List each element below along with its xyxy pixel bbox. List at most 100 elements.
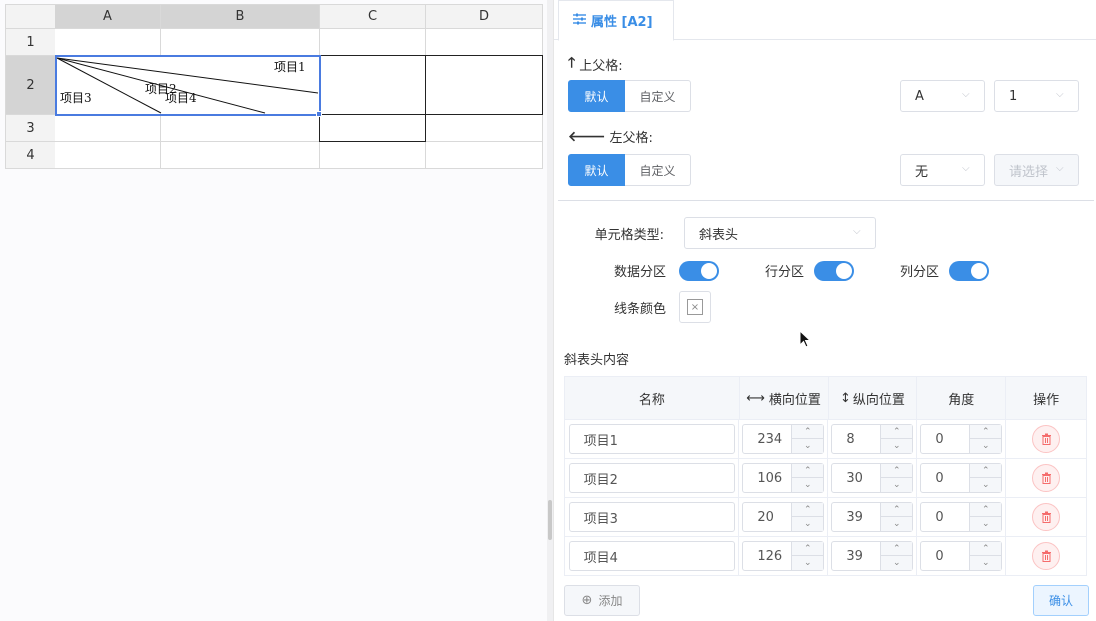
chevron-down-icon[interactable]: ⌄ <box>792 556 823 570</box>
angle-value: 0 <box>935 470 944 486</box>
header-horizontal-text: 横向位置 <box>768 392 821 408</box>
name-input[interactable]: 项目4 <box>568 541 735 571</box>
chevron-down-icon[interactable]: ⌄ <box>792 439 823 453</box>
cell-b4[interactable] <box>161 142 320 169</box>
left-parent-row-select[interactable]: 请选择 ⌵ <box>994 154 1079 186</box>
chevron-up-icon[interactable]: ⌃ <box>881 503 913 517</box>
chevron-up-icon[interactable]: ⌃ <box>792 425 824 439</box>
row-header-1[interactable]: 1 <box>5 29 56 56</box>
cell-d1[interactable] <box>426 29 543 56</box>
column-header-d[interactable]: D <box>426 4 543 29</box>
left-parent-column-select[interactable]: 无 ⌵ <box>900 154 985 186</box>
angle-cell: 0 ⌃ ⌄ <box>917 459 1007 498</box>
column-header-c[interactable]: C <box>320 4 426 29</box>
chevron-down-icon[interactable]: ⌄ <box>881 517 912 531</box>
cell-b1[interactable] <box>161 29 320 56</box>
trash-icon[interactable] <box>1032 503 1061 531</box>
left-custom-button[interactable]: 自定义 <box>625 154 691 186</box>
chevron-up-icon[interactable]: ⌃ <box>970 503 1002 517</box>
chevron-down-icon[interactable]: ⌄ <box>881 439 912 453</box>
vertical-input[interactable]: 39 ⌃ ⌄ <box>831 502 914 532</box>
vertical-value: 8 <box>846 431 855 447</box>
angle-input[interactable]: 0 ⌃ ⌄ <box>920 463 1003 493</box>
upper-default-button[interactable]: 默认 <box>568 80 625 112</box>
splitter-grip[interactable] <box>548 500 552 540</box>
spinner: ⌃ ⌄ <box>880 464 913 492</box>
sheet-corner[interactable] <box>5 4 56 29</box>
tab-properties-label: 属性 [A2] <box>591 15 653 30</box>
column-partition-switch[interactable] <box>949 261 989 281</box>
data-partition-switch[interactable] <box>679 261 719 281</box>
name-input[interactable]: 项目2 <box>568 463 735 493</box>
spinner: ⌃ ⌄ <box>880 503 913 531</box>
angle-input[interactable]: 0 ⌃ ⌄ <box>920 424 1003 454</box>
chevron-up-icon[interactable]: ⌃ <box>792 542 824 556</box>
chevron-down-icon[interactable]: ⌄ <box>792 517 823 531</box>
upper-parent-mode: 默认 自定义 <box>568 80 691 112</box>
chevron-up-icon[interactable]: ⌃ <box>881 464 913 478</box>
name-input[interactable]: 项目3 <box>568 502 735 532</box>
cell-type-select[interactable]: 斜表头 ⌵ <box>684 217 876 249</box>
horizontal-input[interactable]: 20 ⌃ ⌄ <box>742 502 825 532</box>
name-cell: 项目4 <box>565 537 740 576</box>
cell-c4[interactable] <box>320 142 426 169</box>
close-icon: × <box>687 299 703 315</box>
upper-parent-row-select[interactable]: 1 ⌵ <box>994 80 1079 112</box>
upper-column-value: A <box>915 88 924 104</box>
row-header-2[interactable]: 2 <box>5 56 56 115</box>
header-horizontal: ⟷ 横向位置 <box>739 377 829 420</box>
trash-icon[interactable] <box>1032 542 1061 570</box>
chevron-down-icon[interactable]: ⌄ <box>881 556 912 570</box>
line-color-picker[interactable]: × <box>679 291 711 323</box>
cell-a3[interactable] <box>55 115 161 142</box>
confirm-button[interactable]: 确认 <box>1033 585 1089 616</box>
name-cell: 项目3 <box>565 498 740 537</box>
cell-a4[interactable] <box>55 142 161 169</box>
angle-input[interactable]: 0 ⌃ ⌄ <box>920 502 1003 532</box>
chevron-up-icon[interactable]: ⌃ <box>970 464 1002 478</box>
cell-d4[interactable] <box>426 142 543 169</box>
chevron-up-icon[interactable]: ⌃ <box>792 464 824 478</box>
upper-custom-button[interactable]: 自定义 <box>625 80 691 112</box>
selection-fill-handle[interactable] <box>316 111 322 117</box>
row-header-4[interactable]: 4 <box>5 142 56 169</box>
column-header-b[interactable]: B <box>161 4 320 29</box>
chevron-up-icon[interactable]: ⌃ <box>970 542 1002 556</box>
trash-icon[interactable] <box>1032 425 1061 453</box>
left-default-button[interactable]: 默认 <box>568 154 625 186</box>
row-partition-switch[interactable] <box>814 261 854 281</box>
chevron-up-icon[interactable]: ⌃ <box>881 542 913 556</box>
data-partition-label: 数据分区 <box>613 265 666 280</box>
chevron-up-icon[interactable]: ⌃ <box>881 425 913 439</box>
column-header-a[interactable]: A <box>55 4 161 29</box>
chevron-down-icon[interactable]: ⌄ <box>970 478 1001 492</box>
name-input[interactable]: 项目1 <box>568 424 735 454</box>
chevron-down-icon[interactable]: ⌄ <box>881 478 912 492</box>
chevron-up-icon[interactable]: ⌃ <box>970 425 1002 439</box>
add-row-button[interactable]: ⊕ 添加 <box>564 585 640 616</box>
chevron-down-icon[interactable]: ⌄ <box>970 517 1001 531</box>
chevron-up-icon[interactable]: ⌃ <box>792 503 824 517</box>
vertical-input[interactable]: 39 ⌃ ⌄ <box>831 541 914 571</box>
cell-b3[interactable] <box>161 115 320 142</box>
upper-parent-column-select[interactable]: A ⌵ <box>900 80 985 112</box>
vertical-input[interactable]: 30 ⌃ ⌄ <box>831 463 914 493</box>
tab-properties[interactable]: 属性 [A2] <box>558 0 674 41</box>
horizontal-input[interactable]: 234 ⌃ ⌄ <box>742 424 825 454</box>
horizontal-input[interactable]: 126 ⌃ ⌄ <box>742 541 825 571</box>
row-header-3[interactable]: 3 <box>5 115 56 142</box>
chevron-down-icon[interactable]: ⌄ <box>970 556 1001 570</box>
vertical-cell: 39 ⌃ ⌄ <box>828 537 918 576</box>
cell-c1[interactable] <box>320 29 426 56</box>
horizontal-input[interactable]: 106 ⌃ ⌄ <box>742 463 825 493</box>
table-header-row: 名称 ⟷ 横向位置 ↕ 纵向位置 角度 操作 <box>565 377 1087 420</box>
chevron-down-icon[interactable]: ⌄ <box>970 439 1001 453</box>
cell-d3[interactable] <box>426 115 543 142</box>
chevron-down-icon: ⌵ <box>962 89 970 100</box>
angle-input[interactable]: 0 ⌃ ⌄ <box>920 541 1003 571</box>
chevron-down-icon[interactable]: ⌄ <box>792 478 823 492</box>
trash-icon[interactable] <box>1032 464 1061 492</box>
vertical-cell: 39 ⌃ ⌄ <box>828 498 918 537</box>
vertical-input[interactable]: 8 ⌃ ⌄ <box>831 424 914 454</box>
cell-a1[interactable] <box>55 29 161 56</box>
